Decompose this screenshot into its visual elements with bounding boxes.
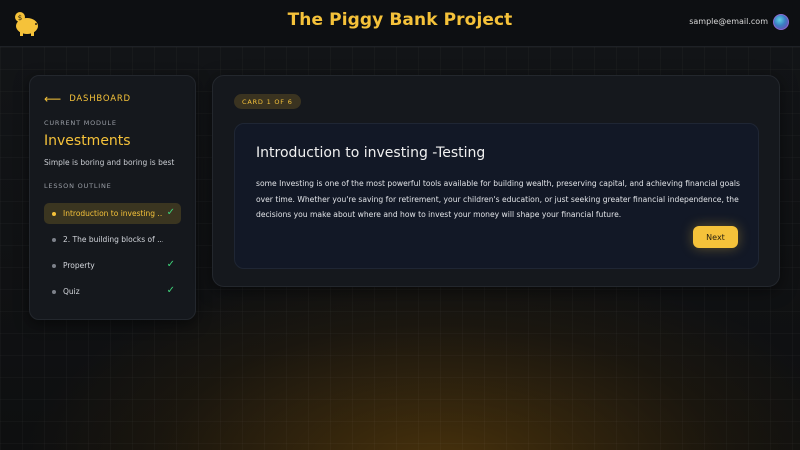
card-progress-badge: CARD 1 OF 6	[234, 94, 301, 109]
back-to-dashboard-link[interactable]: ⟵ DASHBOARD	[44, 92, 131, 106]
lesson-outline-caption: LESSON OUTLINE	[44, 182, 112, 190]
card-body-text: some Investing is one of the most powerf…	[256, 179, 740, 219]
check-icon: ✓	[166, 207, 175, 218]
bullet-dot-icon	[52, 263, 56, 268]
card-title: Introduction to investing -Testing	[256, 145, 486, 161]
top-header: $ The Piggy Bank Project sample@email.co…	[0, 0, 800, 47]
bullet-dot-icon	[52, 289, 56, 294]
lesson-card: Introduction to investing -Testing some …	[234, 123, 759, 269]
app-title: The Piggy Bank Project	[287, 10, 513, 30]
lesson-item-introduction[interactable]: Introduction to investing ... ✓	[44, 203, 181, 224]
back-label: DASHBOARD	[69, 94, 131, 104]
next-button[interactable]: Next	[693, 226, 738, 248]
module-subtitle: Simple is boring and boring is best	[44, 158, 175, 167]
lesson-card-panel: CARD 1 OF 6 Introduction to investing -T…	[212, 75, 780, 287]
bullet-dot-icon	[52, 237, 56, 242]
lesson-label: Introduction to investing ...	[63, 209, 163, 218]
lesson-item-property[interactable]: Property ✓	[44, 255, 181, 276]
check-icon: ✓	[166, 285, 175, 296]
arrow-left-icon: ⟵	[44, 92, 62, 106]
lesson-item-quiz[interactable]: Quiz ✓	[44, 281, 181, 302]
current-module-caption: CURRENT MODULE	[44, 119, 117, 127]
lesson-label: 2. The building blocks of ...	[63, 235, 163, 244]
user-email[interactable]: sample@email.com	[689, 17, 768, 26]
module-title: Investments	[44, 133, 131, 149]
bullet-dot-icon	[52, 211, 56, 216]
lesson-item-building-blocks[interactable]: 2. The building blocks of ...	[44, 229, 181, 250]
avatar[interactable]	[773, 14, 789, 30]
lesson-label: Property	[63, 261, 95, 270]
check-icon: ✓	[166, 259, 175, 270]
lesson-label: Quiz	[63, 287, 80, 296]
lesson-sidebar: ⟵ DASHBOARD CURRENT MODULE Investments S…	[29, 75, 196, 320]
